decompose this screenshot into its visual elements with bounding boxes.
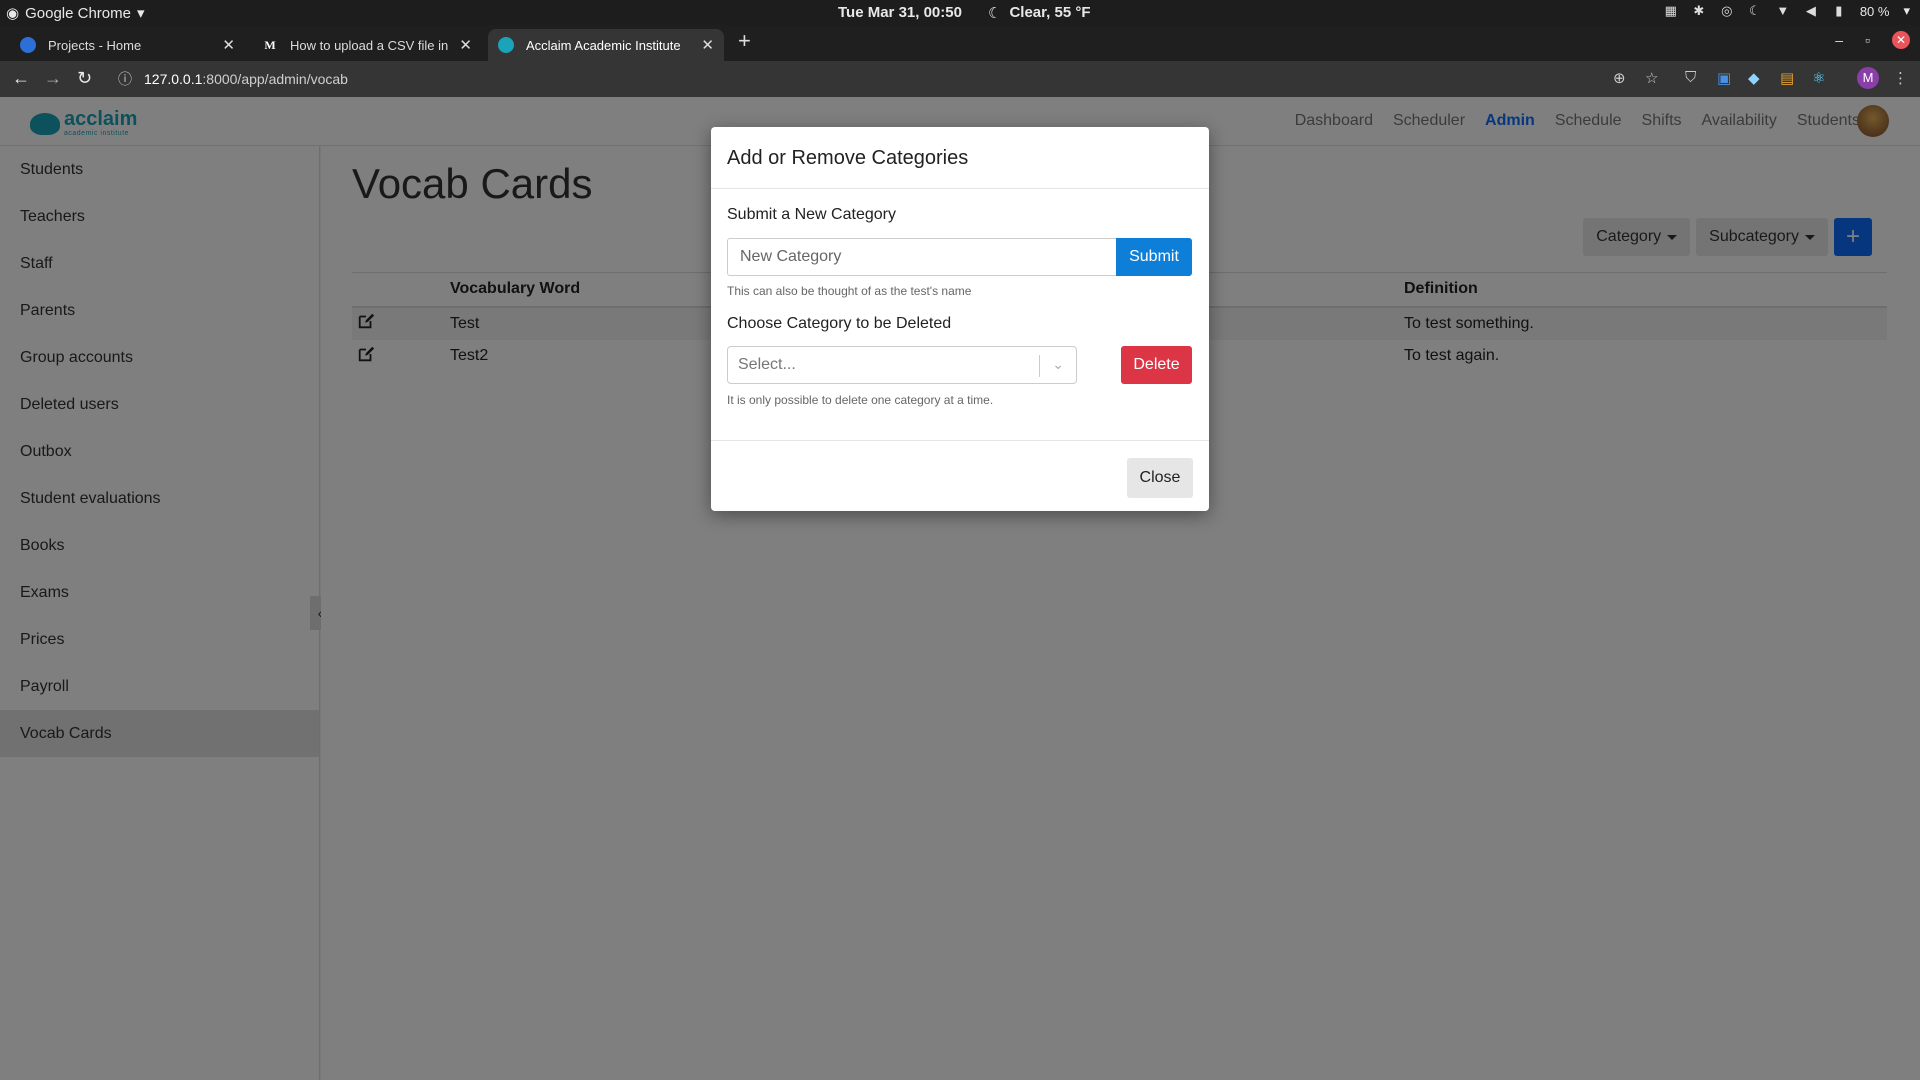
bookmark-star-icon[interactable]: ☆: [1645, 69, 1658, 87]
tab-title: How to upload a CSV file in D: [290, 37, 452, 53]
chrome-icon: ◉: [6, 5, 20, 22]
color-extension-icon[interactable]: ▤: [1780, 69, 1794, 87]
modal-body: Submit a New Category Submit This can al…: [711, 189, 1209, 441]
profile-avatar[interactable]: M: [1857, 67, 1879, 89]
os-weather[interactable]: ☾ Clear, 55 °F: [988, 4, 1091, 22]
url-host: 127.0.0.1: [144, 71, 203, 87]
window-controls: – ▫ ✕: [1835, 31, 1910, 49]
delete-category-label: Choose Category to be Deleted: [727, 315, 952, 332]
tab-projects-home[interactable]: Projects - Home ✕: [10, 29, 245, 61]
browser-tab-strip: Projects - Home ✕ M How to upload a CSV …: [0, 25, 1920, 61]
url-text: 127.0.0.1:8000/app/admin/vocab: [144, 71, 348, 87]
delete-button[interactable]: Delete: [1121, 346, 1192, 384]
projects-icon: [20, 37, 36, 53]
tab-acclaim[interactable]: Acclaim Academic Institute ✕: [488, 29, 724, 61]
reload-icon[interactable]: ↻: [77, 68, 92, 89]
forward-icon[interactable]: →: [44, 68, 62, 89]
select-separator: [1039, 355, 1040, 377]
os-top-bar: ◉ Google Chrome ▾ Tue Mar 31, 00:50 ☾ Cl…: [0, 0, 1920, 25]
medium-icon: M: [264, 38, 276, 52]
battery-percent: 80 %: [1859, 3, 1890, 19]
wifi-icon[interactable]: ▼: [1776, 4, 1790, 18]
close-button[interactable]: Close: [1127, 458, 1193, 498]
info-icon[interactable]: ⓘ: [118, 69, 132, 89]
categories-modal: Add or Remove Categories Submit a New Ca…: [711, 127, 1209, 511]
shield-extension-icon[interactable]: ⛉: [1685, 69, 1696, 86]
url-path: :8000/app/admin/vocab: [202, 71, 348, 87]
weather-text: Clear, 55 °F: [1009, 4, 1091, 21]
close-icon[interactable]: ✕: [701, 36, 714, 54]
tab-csv-article[interactable]: M How to upload a CSV file in D ✕: [252, 29, 482, 61]
calendar-extension-icon[interactable]: ▣: [1717, 69, 1731, 87]
category-select[interactable]: Select... ⌄: [727, 346, 1077, 384]
delete-category-help: It is only possible to delete one catego…: [727, 393, 994, 407]
back-icon[interactable]: ←: [12, 68, 30, 89]
chevron-down-icon: ▾: [136, 5, 145, 22]
new-category-input[interactable]: [727, 238, 1117, 276]
close-icon[interactable]: ✕: [459, 36, 472, 54]
moon-icon: ☾: [988, 5, 1002, 22]
close-icon[interactable]: ✕: [222, 36, 235, 54]
install-icon[interactable]: ⊕: [1613, 69, 1626, 87]
slack-icon[interactable]: ✱: [1692, 4, 1706, 18]
new-tab-button[interactable]: +: [738, 28, 751, 54]
address-bar[interactable]: ⓘ 127.0.0.1:8000/app/admin/vocab: [110, 65, 1610, 93]
minimize-icon[interactable]: –: [1835, 32, 1843, 48]
menu-kebab-icon[interactable]: ⋮: [1893, 69, 1908, 87]
window-close-icon[interactable]: ✕: [1892, 31, 1910, 49]
submit-button[interactable]: Submit: [1116, 238, 1192, 276]
media-icon[interactable]: ◎: [1720, 4, 1734, 18]
new-category-label: Submit a New Category: [727, 206, 896, 223]
acclaim-icon: [498, 37, 514, 53]
night-mode-icon[interactable]: ☾: [1748, 4, 1762, 18]
browser-toolbar: ← → ↻ ⓘ 127.0.0.1:8000/app/admin/vocab ⊕…: [0, 61, 1920, 97]
modal-title: Add or Remove Categories: [711, 127, 1209, 189]
tab-title: Acclaim Academic Institute: [526, 37, 681, 53]
grid-icon[interactable]: ▦: [1664, 4, 1678, 18]
chevron-down-icon[interactable]: ▾: [1903, 3, 1910, 19]
react-extension-icon[interactable]: ⚛: [1812, 69, 1825, 87]
volume-icon[interactable]: ◀: [1804, 4, 1818, 18]
diamond-extension-icon[interactable]: ◆: [1748, 69, 1760, 87]
system-tray: ▦ ✱ ◎ ☾ ▼ ◀ ▮ 80 % ▾: [1664, 3, 1910, 19]
chevron-down-icon[interactable]: ⌄: [1052, 356, 1064, 373]
os-clock[interactable]: Tue Mar 31, 00:50: [838, 4, 962, 21]
new-category-help: This can also be thought of as the test'…: [727, 284, 972, 298]
battery-icon[interactable]: ▮: [1832, 4, 1846, 18]
select-placeholder: Select...: [738, 356, 796, 373]
maximize-icon[interactable]: ▫: [1865, 32, 1870, 48]
os-app-name: Google Chrome: [25, 4, 131, 22]
tab-title: Projects - Home: [48, 37, 142, 53]
os-app-menu[interactable]: ◉ Google Chrome ▾: [6, 4, 145, 23]
